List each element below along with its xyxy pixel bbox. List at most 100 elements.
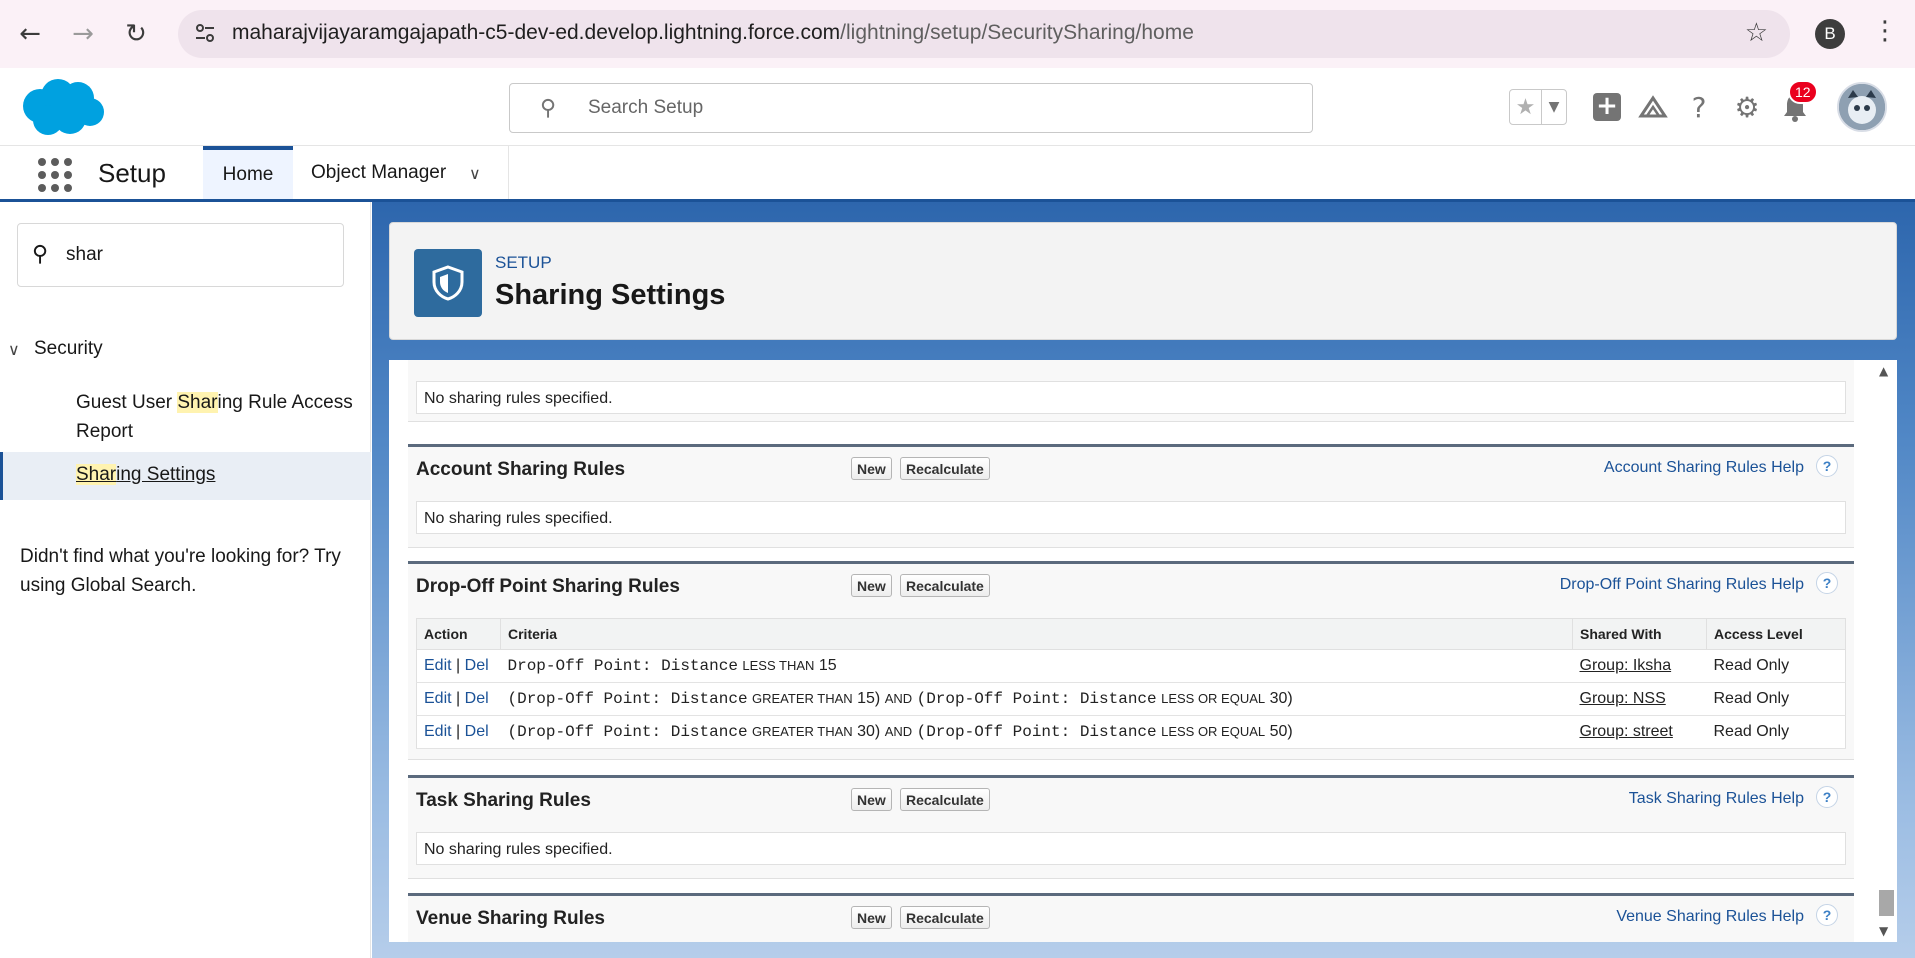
block-title: Drop-Off Point Sharing Rules	[416, 576, 680, 597]
search-highlight: Shar	[177, 392, 218, 413]
help-question-icon[interactable]: ?	[1816, 904, 1838, 926]
not-found-message: Didn't find what you're looking for? Try…	[20, 546, 341, 596]
sharing-rules-content[interactable]: No sharing rules specified. Account Shar…	[389, 360, 1897, 942]
access-level-cell: Read Only	[1706, 649, 1846, 683]
help-icon[interactable]: ?	[1682, 90, 1716, 124]
reload-icon[interactable]: ↻	[116, 14, 156, 54]
notification-count-badge: 12	[1788, 80, 1818, 104]
delete-link[interactable]: Del	[465, 690, 489, 707]
access-level-cell: Read Only	[1706, 715, 1846, 749]
help-link[interactable]: Venue Sharing Rules Help	[1616, 908, 1804, 926]
criteria-field: (Drop-Off Point: Distance	[916, 690, 1157, 708]
recalculate-button[interactable]: Recalculate	[900, 457, 990, 480]
recalculate-button[interactable]: Recalculate	[900, 574, 990, 597]
new-button[interactable]: New	[851, 574, 892, 597]
global-header: ⚲ ★ ▼ + ? ⚙	[0, 68, 1915, 146]
scroll-down-arrow-icon[interactable]: ▼	[1879, 924, 1888, 938]
help-question-icon[interactable]: ?	[1816, 572, 1838, 594]
user-avatar[interactable]	[1837, 82, 1887, 132]
item-text-post: ing Settings	[116, 464, 216, 485]
global-search-box[interactable]: ⚲	[509, 83, 1313, 133]
criteria-operator: LESS OR EQUAL	[1161, 724, 1266, 739]
sidebar-item-guest-user-sharing-report[interactable]: Guest User Sharing Rule Access Report	[76, 388, 356, 446]
trailhead-icon[interactable]	[1636, 90, 1670, 124]
column-header: Shared With	[1572, 618, 1707, 650]
criteria-cell: Drop-Off Point: Distance LESS THAN 15	[500, 649, 1573, 683]
criteria-and: AND	[884, 724, 913, 739]
quick-find-box[interactable]: ⚲	[17, 223, 344, 287]
favorites-star-icon[interactable]: ★	[1510, 90, 1542, 124]
new-button[interactable]: New	[851, 457, 892, 480]
bookmark-star-icon[interactable]: ☆	[1745, 18, 1768, 48]
column-header: Criteria	[500, 618, 1573, 650]
help-link[interactable]: Task Sharing Rules Help	[1629, 790, 1804, 808]
block-title: Account Sharing Rules	[416, 459, 626, 480]
address-bar[interactable]: maharajvijayaramgajapath-c5-dev-ed.devel…	[178, 10, 1790, 58]
help-link[interactable]: Account Sharing Rules Help	[1604, 459, 1804, 477]
delete-link[interactable]: Del	[465, 657, 489, 674]
page-title: Sharing Settings	[495, 279, 726, 311]
delete-link[interactable]: Del	[465, 723, 489, 740]
block-title: Venue Sharing Rules	[416, 908, 605, 929]
shared-with-cell: Group: Iksha	[1572, 649, 1707, 683]
browser-profile-avatar[interactable]: B	[1815, 19, 1845, 49]
partial-sharing-block: No sharing rules specified.	[408, 360, 1854, 422]
recalculate-button[interactable]: Recalculate	[900, 906, 990, 929]
scroll-up-arrow-icon[interactable]: ▲	[1879, 364, 1888, 378]
table-row: Edit | Del (Drop-Off Point: Distance GRE…	[416, 715, 1846, 749]
column-header: Action	[416, 618, 501, 650]
quick-find-input[interactable]	[66, 242, 326, 268]
edit-link[interactable]: Edit	[424, 690, 452, 707]
item-text-pre: Guest User	[76, 392, 178, 413]
global-actions-icon[interactable]: +	[1590, 90, 1624, 124]
scrollbar-thumb[interactable]	[1879, 890, 1894, 916]
criteria-cell: (Drop-Off Point: Distance GREATER THAN 3…	[500, 715, 1573, 749]
browser-menu-icon[interactable]: ⋮	[1872, 16, 1898, 46]
column-header: Access Level	[1706, 618, 1846, 650]
help-question-icon[interactable]: ?	[1816, 455, 1838, 477]
app-name: Setup	[98, 158, 166, 188]
action-cell: Edit | Del	[416, 715, 501, 749]
tab-home[interactable]: Home	[203, 146, 293, 199]
search-icon: ⚲	[32, 242, 49, 267]
new-button[interactable]: New	[851, 788, 892, 811]
recalculate-button[interactable]: Recalculate	[900, 788, 990, 811]
favorites-dropdown-icon[interactable]: ▼	[1542, 90, 1566, 124]
group-link[interactable]: Group: Iksha	[1580, 657, 1672, 674]
edit-link[interactable]: Edit	[424, 723, 452, 740]
empty-message: No sharing rules specified.	[416, 832, 1846, 865]
edit-link[interactable]: Edit	[424, 657, 452, 674]
setup-gear-icon[interactable]: ⚙	[1730, 90, 1764, 124]
sidebar-item-sharing-settings[interactable]: Sharing Settings	[0, 452, 371, 500]
site-info-icon[interactable]	[192, 20, 220, 48]
criteria-field: (Drop-Off Point: Distance	[916, 723, 1157, 741]
criteria-operator: LESS THAN	[742, 658, 815, 673]
action-separator: |	[456, 657, 461, 674]
shared-with-cell: Group: NSS	[1572, 682, 1707, 716]
forward-icon[interactable]: →	[63, 14, 103, 54]
group-link[interactable]: Group: NSS	[1580, 690, 1666, 707]
app-launcher-icon[interactable]	[38, 158, 72, 192]
content-scrollbar[interactable]: ▲ ▼	[1873, 360, 1897, 942]
search-highlight: Shar	[76, 464, 117, 485]
action-cell: Edit | Del	[416, 682, 501, 716]
salesforce-logo-icon[interactable]	[18, 76, 106, 138]
setup-sidebar: ⚲ ∨ Security Guest User Sharing Rule Acc…	[0, 202, 371, 958]
task-sharing-rules-block: Task Sharing Rules New Recalculate Task …	[408, 775, 1854, 879]
help-question-icon[interactable]: ?	[1816, 786, 1838, 808]
group-link[interactable]: Group: street	[1580, 723, 1673, 740]
table-row: Edit | Del (Drop-Off Point: Distance GRE…	[416, 682, 1846, 716]
global-search-input[interactable]	[588, 94, 1288, 122]
url-text: maharajvijayaramgajapath-c5-dev-ed.devel…	[232, 21, 1194, 45]
criteria-operator: LESS OR EQUAL	[1161, 691, 1266, 706]
chevron-down-icon[interactable]: ∨	[8, 340, 34, 359]
tab-object-manager[interactable]: Object Manager ∨	[293, 146, 509, 199]
favorites-group[interactable]: ★ ▼	[1509, 89, 1567, 125]
tree-section-security[interactable]: ∨ Security	[8, 338, 103, 360]
chevron-down-icon[interactable]: ∨	[469, 164, 481, 183]
new-button[interactable]: New	[851, 906, 892, 929]
back-icon[interactable]: ←	[10, 14, 50, 54]
tab-object-manager-label: Object Manager	[311, 161, 447, 183]
table-row: Edit | Del Drop-Off Point: Distance LESS…	[416, 649, 1846, 683]
help-link[interactable]: Drop-Off Point Sharing Rules Help	[1560, 576, 1804, 594]
